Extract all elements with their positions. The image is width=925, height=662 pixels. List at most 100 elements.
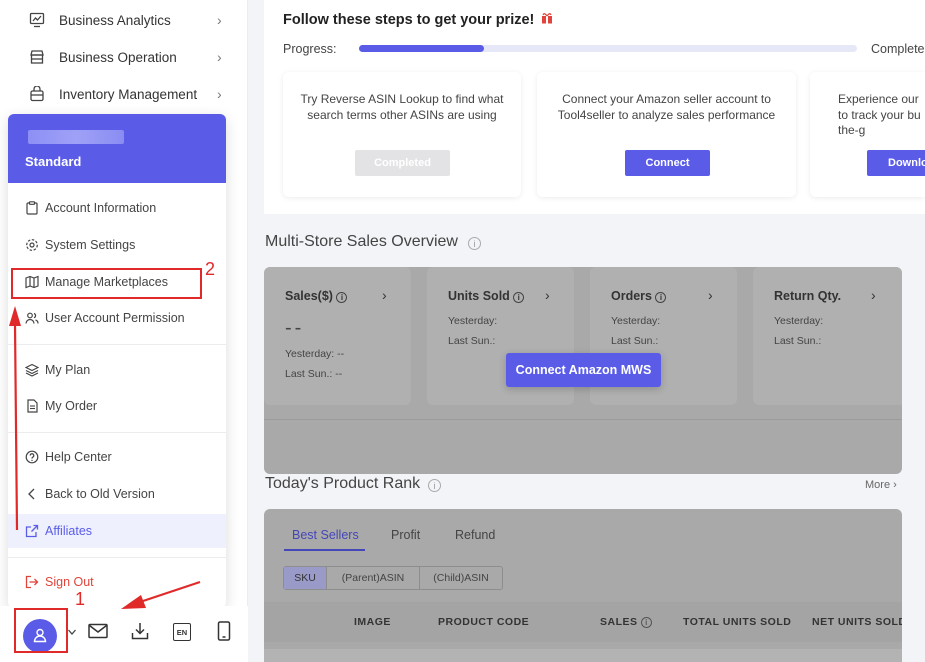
menu-item-system-settings[interactable]: System Settings <box>8 228 226 262</box>
sidebar-item-business-operation[interactable]: Business Operation › <box>0 40 248 74</box>
stat-yesterday: Yesterday: <box>448 315 497 327</box>
sidebar-item-label: Inventory Management <box>59 87 197 102</box>
user-menu-header: username Standard <box>8 114 226 183</box>
column-header-sales[interactable]: SALES i <box>600 616 652 628</box>
back-icon <box>24 486 40 502</box>
tab-profit[interactable]: Profit <box>391 528 420 542</box>
chevron-right-icon: › <box>217 49 222 65</box>
menu-item-my-order[interactable]: My Order <box>8 389 226 423</box>
step-card-reverse-asin: Try Reverse ASIN Lookup to find what sea… <box>283 72 521 197</box>
segment-sku[interactable]: SKU <box>284 567 327 589</box>
menu-item-back-to-old-version[interactable]: Back to Old Version <box>8 477 226 511</box>
language-button[interactable]: EN <box>166 616 198 648</box>
menu-item-user-account-permission[interactable]: User Account Permission <box>8 301 226 335</box>
info-icon[interactable]: i <box>468 237 481 250</box>
menu-item-affiliates[interactable]: Affiliates <box>8 514 226 548</box>
chevron-right-icon: › <box>217 12 222 28</box>
mobile-button[interactable] <box>208 616 240 648</box>
column-header-product-code: PRODUCT CODE <box>438 616 529 628</box>
more-link-text: More <box>865 479 890 491</box>
menu-item-label: Affiliates <box>45 524 92 538</box>
stat-title: Orders i <box>611 289 666 303</box>
progress-bar-fill <box>359 45 484 52</box>
language-icon: EN <box>173 623 191 641</box>
annotation-box-manage-marketplaces <box>11 268 202 299</box>
step-completed-button[interactable]: Completed <box>355 150 450 176</box>
menu-item-label: Account Information <box>45 201 156 215</box>
step-card-connect-seller: Connect your Amazon seller account to To… <box>537 72 796 197</box>
product-rank-panel: Best Sellers Profit Refund SKU (Parent)A… <box>264 509 902 662</box>
sidebar-item-inventory-management[interactable]: Inventory Management › <box>0 77 248 111</box>
menu-item-account-information[interactable]: Account Information <box>8 191 226 225</box>
active-tab-indicator <box>284 549 365 551</box>
stat-card-sales[interactable]: Sales($) i › -- Yesterday: -- Last Sun.:… <box>264 267 411 405</box>
chevron-right-icon: › <box>545 287 550 303</box>
stat-yesterday: Yesterday: <box>774 315 823 327</box>
chevron-right-icon: › <box>217 86 222 102</box>
info-icon[interactable]: i <box>428 479 441 492</box>
menu-item-label: User Account Permission <box>45 311 185 325</box>
sidebar-item-label: Business Operation <box>59 50 177 65</box>
stat-card-return-qty[interactable]: Return Qty. › Yesterday: Last Sun.: <box>753 267 902 405</box>
annotation-number-1: 1 <box>75 589 85 610</box>
menu-divider <box>8 557 226 558</box>
step-description: Connect your Amazon seller account to To… <box>551 92 782 123</box>
step-description: Experience our to track your bu the-g <box>838 92 925 139</box>
sidebar-item-business-analytics[interactable]: Business Analytics › <box>0 3 248 37</box>
tab-refund[interactable]: Refund <box>455 528 495 542</box>
download-icon <box>131 622 149 643</box>
info-icon: i <box>336 292 347 303</box>
stat-value: -- <box>285 317 304 340</box>
step-description: Try Reverse ASIN Lookup to find what sea… <box>297 92 507 123</box>
layers-icon <box>24 362 40 378</box>
info-icon: i <box>641 617 652 628</box>
download-button[interactable]: Downlo <box>867 150 925 176</box>
column-header-net-units-sold[interactable]: NET UNITS SOLD <box>812 616 902 628</box>
menu-item-my-plan[interactable]: My Plan <box>8 353 226 387</box>
column-header-label: SALES <box>600 616 638 628</box>
sidebar-item-label: Business Analytics <box>59 13 171 28</box>
inventory-icon <box>28 85 46 103</box>
steps-card: Follow these steps to get your prize! Pr… <box>264 0 925 214</box>
steps-title-text: Follow these steps to get your prize! <box>283 12 534 28</box>
stat-yesterday: Yesterday: <box>611 315 660 327</box>
menu-item-label: Help Center <box>45 450 112 464</box>
stat-last-sunday: Last Sun.: -- <box>285 368 342 380</box>
menu-item-label: Sign Out <box>45 575 94 589</box>
info-icon: i <box>513 292 524 303</box>
mail-button[interactable] <box>82 616 114 648</box>
table-header: IMAGE PRODUCT CODE SALES i TOTAL UNITS S… <box>264 602 902 642</box>
analytics-icon <box>28 11 46 29</box>
stat-title: Return Qty. <box>774 289 841 303</box>
segment-parent-asin[interactable]: (Parent)ASIN <box>327 567 420 589</box>
chevron-right-icon: › <box>382 287 387 303</box>
progress-bar <box>359 45 857 52</box>
menu-divider <box>8 432 226 433</box>
help-icon <box>24 449 40 465</box>
annotation-number-2: 2 <box>205 259 215 280</box>
download-button[interactable] <box>124 616 156 648</box>
stat-title: Sales($) i <box>285 289 347 303</box>
stat-last-sunday: Last Sun.: <box>611 335 658 347</box>
menu-item-label: System Settings <box>45 238 135 252</box>
menu-divider <box>8 344 226 345</box>
completed-label: Completed <box>871 42 925 56</box>
connect-button[interactable]: Connect <box>625 150 710 176</box>
sales-overview-panel: Sales($) i › -- Yesterday: -- Last Sun.:… <box>264 267 902 474</box>
gear-icon <box>24 237 40 253</box>
users-icon <box>24 310 40 326</box>
chevron-right-icon: › <box>708 287 713 303</box>
asin-type-selector: SKU (Parent)ASIN (Child)ASIN <box>283 566 503 590</box>
tab-best-sellers[interactable]: Best Sellers <box>292 528 359 542</box>
segment-child-asin[interactable]: (Child)ASIN <box>420 567 502 589</box>
store-icon <box>28 48 46 66</box>
stat-last-sunday: Last Sun.: <box>774 335 821 347</box>
connect-amazon-mws-button[interactable]: Connect Amazon MWS <box>506 353 661 387</box>
column-header-total-units-sold[interactable]: TOTAL UNITS SOLD <box>683 616 791 628</box>
column-header-image: IMAGE <box>354 616 391 628</box>
gift-icon <box>541 12 553 28</box>
menu-item-sign-out[interactable]: Sign Out <box>8 565 226 599</box>
stat-title: Units Sold i <box>448 289 524 303</box>
menu-item-help-center[interactable]: Help Center <box>8 440 226 474</box>
more-link[interactable]: More › <box>865 479 897 491</box>
